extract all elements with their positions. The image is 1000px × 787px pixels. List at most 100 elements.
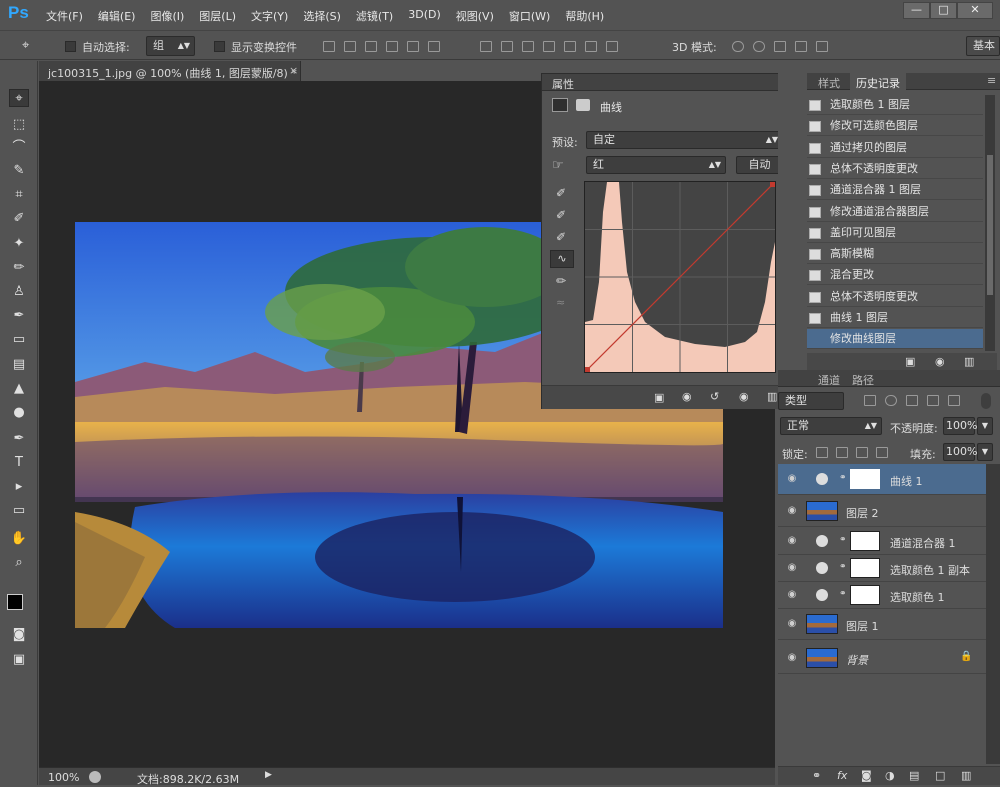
visibility-eye-icon[interactable]: ◉: [786, 562, 798, 574]
gradient-tool-icon[interactable]: ▤: [9, 356, 29, 374]
minimize-button[interactable]: —: [903, 2, 930, 19]
new-adjustment-icon[interactable]: ◑: [885, 769, 895, 782]
hand-tool-icon[interactable]: ✋: [9, 530, 29, 548]
filter-toggle[interactable]: [981, 393, 991, 409]
add-mask-icon[interactable]: ◙: [861, 769, 872, 782]
layer-kind-filter[interactable]: 类型: [778, 392, 844, 410]
history-state[interactable]: 通过拷贝的图层: [807, 138, 983, 158]
screen-mode-icon[interactable]: ▣: [9, 651, 29, 669]
move-tool-icon[interactable]: ⌖: [9, 89, 29, 107]
opacity-field[interactable]: 100%: [943, 417, 977, 435]
auto-button[interactable]: 自动: [736, 156, 783, 174]
history-state[interactable]: 高斯模糊: [807, 244, 983, 265]
close-button[interactable]: ✕: [957, 2, 993, 19]
layer-mask-thumbnail[interactable]: [850, 469, 880, 489]
curves-graph[interactable]: [584, 181, 776, 373]
rectangle-tool-icon[interactable]: ▭: [9, 502, 29, 520]
history-state[interactable]: 混合更改: [807, 265, 983, 286]
view-previous-icon[interactable]: ◉: [682, 390, 692, 403]
tab-close-icon[interactable]: ×: [289, 64, 298, 77]
preset-dropdown[interactable]: 自定 ▲▼: [586, 131, 783, 149]
history-state[interactable]: 修改可选颜色图层: [807, 116, 983, 137]
blend-mode-dropdown[interactable]: 正常 ▲▼: [780, 417, 882, 435]
eraser-tool-icon[interactable]: ▭: [9, 331, 29, 349]
new-group-icon[interactable]: ▤: [909, 769, 919, 782]
chain-link-icon[interactable]: ⚭: [839, 535, 847, 545]
history-state[interactable]: 曲线 1 图层: [807, 308, 983, 328]
layer-row[interactable]: ◉ ⚭ 通道混合器 1: [778, 528, 986, 555]
workspace-button[interactable]: 基本: [966, 36, 1000, 56]
visibility-eye-icon[interactable]: ◉: [786, 535, 798, 547]
reset-icon[interactable]: ↺: [710, 390, 719, 403]
mask-icon[interactable]: [576, 99, 590, 111]
delete-icon[interactable]: ▥: [767, 390, 777, 403]
layer-filter-icons[interactable]: [864, 395, 960, 407]
curve-point-tool-icon[interactable]: ∿: [550, 250, 574, 268]
document-tab[interactable]: jc100315_1.jpg @ 100% (曲线 1, 图层蒙版/8) * ×: [39, 61, 301, 81]
history-state[interactable]: 修改通道混合器图层: [807, 202, 983, 222]
layer-mask-thumbnail[interactable]: [850, 585, 880, 605]
tab-history[interactable]: 历史记录: [850, 73, 906, 90]
status-icon[interactable]: [89, 771, 101, 783]
zoom-tool-icon[interactable]: ⌕: [9, 554, 29, 572]
black-point-eyedropper-icon[interactable]: ✐: [556, 186, 566, 200]
layer-row[interactable]: ◉ ⚭ 选取颜色 1 副本: [778, 555, 986, 582]
delete-icon[interactable]: ▥: [961, 769, 971, 782]
stamp-tool-icon[interactable]: ♙: [9, 283, 29, 301]
auto-select-dropdown[interactable]: 组 ▲▼: [146, 36, 195, 56]
chain-link-icon[interactable]: ⚭: [839, 589, 847, 599]
menu-item[interactable]: 图层(L): [199, 8, 236, 24]
visibility-eye-icon[interactable]: ◉: [786, 473, 798, 485]
history-state[interactable]: 盖印可见图层: [807, 223, 983, 243]
menu-item[interactable]: 选择(S): [303, 8, 341, 24]
distribute-icons[interactable]: [480, 41, 618, 53]
new-document-from-state-icon[interactable]: ▣: [905, 355, 915, 368]
chain-link-icon[interactable]: ⚭: [839, 562, 847, 572]
zoom-level[interactable]: 100%: [48, 771, 79, 784]
snapshot-icon[interactable]: ◉: [935, 355, 945, 368]
smooth-icon[interactable]: ≈: [556, 296, 565, 309]
white-point-eyedropper-icon[interactable]: ✐: [556, 230, 566, 244]
blur-tool-icon[interactable]: ▲: [9, 380, 29, 398]
brush-tool-icon[interactable]: ✏: [9, 259, 29, 277]
history-brush-icon[interactable]: ✒: [9, 307, 29, 325]
eyedropper-tool-icon[interactable]: ✐: [9, 210, 29, 228]
visibility-eye-icon[interactable]: ◉: [786, 652, 798, 664]
layer-row[interactable]: ◉ 图层 2: [778, 496, 986, 527]
fill-arrow-icon[interactable]: ▼: [977, 443, 993, 461]
tab-styles[interactable]: 样式: [818, 75, 840, 91]
pen-tool-icon[interactable]: ✒: [9, 430, 29, 448]
channel-dropdown[interactable]: 红 ▲▼: [586, 156, 726, 174]
menu-item[interactable]: 图像(I): [150, 8, 184, 24]
align-icons[interactable]: [323, 41, 440, 53]
link-layers-icon[interactable]: ⚭: [812, 769, 821, 782]
target-adjust-icon[interactable]: ☞: [552, 158, 564, 173]
type-tool-icon[interactable]: T: [9, 454, 29, 472]
dodge-tool-icon[interactable]: ●: [9, 404, 29, 422]
marquee-tool-icon[interactable]: ⬚: [9, 116, 29, 134]
visibility-eye-icon[interactable]: ◉: [786, 618, 798, 630]
lock-icons[interactable]: [816, 447, 888, 459]
move-tool-icon[interactable]: ⌖: [22, 38, 29, 53]
layer-mask-thumbnail[interactable]: [850, 531, 880, 551]
lasso-tool-icon[interactable]: ⌒: [9, 139, 29, 157]
menu-item[interactable]: 编辑(E): [98, 8, 136, 24]
menu-item[interactable]: 文件(F): [46, 8, 83, 24]
quick-select-tool-icon[interactable]: ✎: [9, 162, 29, 180]
visibility-eye-icon[interactable]: ◉: [786, 505, 798, 517]
chain-link-icon[interactable]: ⚭: [839, 473, 847, 483]
maximize-button[interactable]: □: [930, 2, 957, 19]
crop-tool-icon[interactable]: ⌗: [9, 186, 29, 204]
history-state[interactable]: 通道混合器 1 图层: [807, 180, 983, 201]
gray-point-eyedropper-icon[interactable]: ✐: [556, 208, 566, 222]
pencil-draw-icon[interactable]: ✏: [556, 274, 566, 288]
quick-mask-icon[interactable]: ◙: [9, 626, 29, 644]
foreground-color-swatch[interactable]: [7, 594, 23, 610]
clip-to-layer-icon[interactable]: ▣: [654, 391, 664, 404]
new-layer-icon[interactable]: □: [935, 769, 945, 782]
tab-paths[interactable]: 路径: [852, 372, 874, 388]
3d-mode-icons[interactable]: [732, 41, 828, 53]
path-select-icon[interactable]: ▸: [9, 478, 29, 496]
layer-row[interactable]: ◉ 图层 1: [778, 609, 986, 640]
layer-row[interactable]: ◉ ⚭ 选取颜色 1: [778, 582, 986, 609]
